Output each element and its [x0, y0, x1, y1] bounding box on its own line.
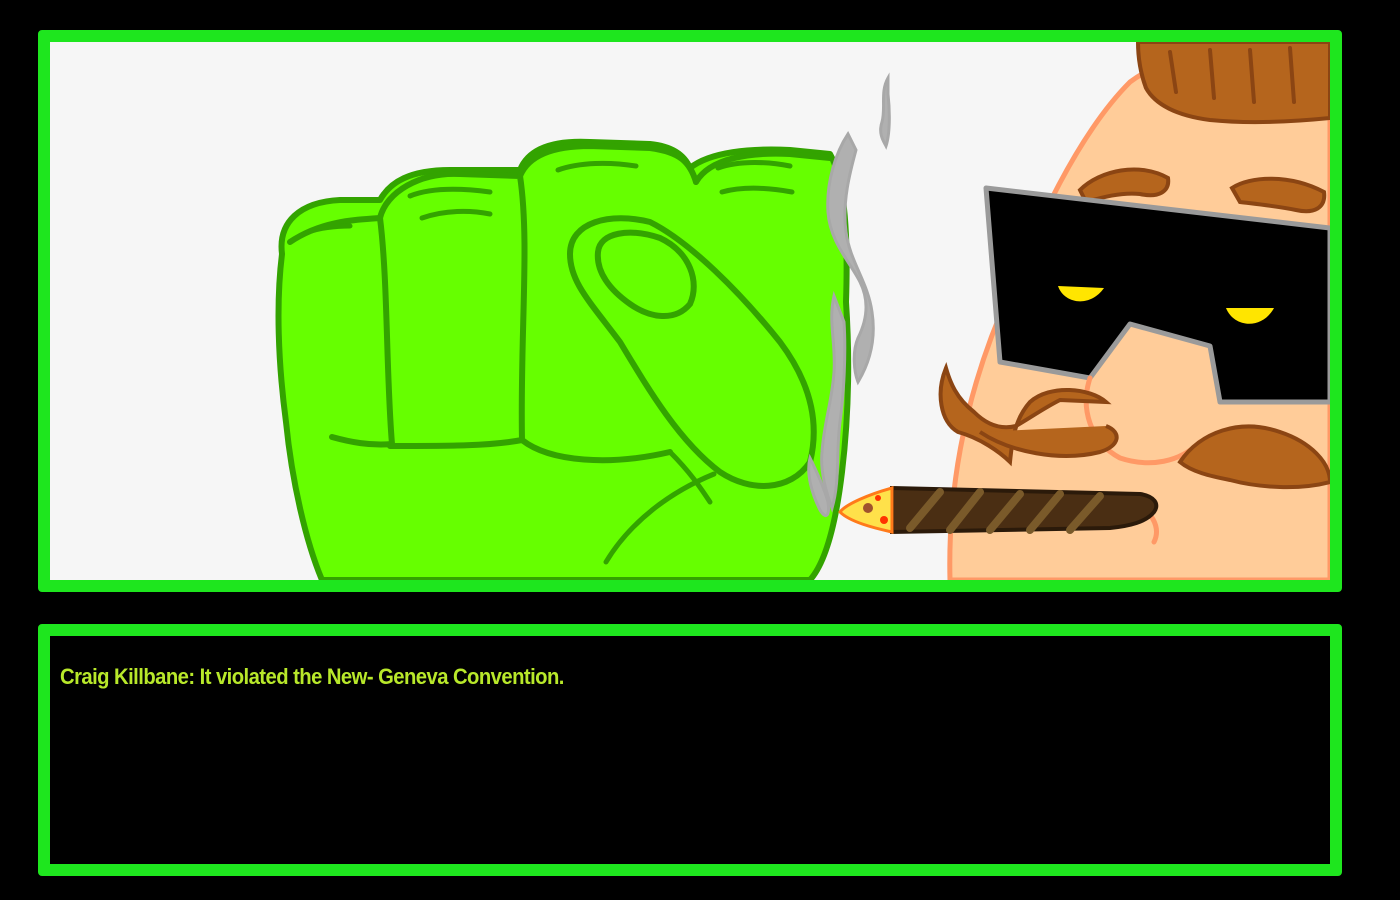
- ember-spot: [875, 495, 881, 501]
- scene-illustration: [50, 42, 1330, 580]
- cigar-body: [890, 485, 1159, 535]
- ember-spot: [880, 516, 888, 524]
- green-fist: [275, 138, 852, 580]
- ember-spot: [863, 503, 873, 513]
- dialog-text: Craig Killbane: It violated the New- Gen…: [60, 664, 564, 689]
- cigar: [838, 485, 1159, 535]
- scene-panel: [38, 30, 1342, 592]
- dialog-box[interactable]: Craig Killbane: It violated the New- Gen…: [38, 624, 1342, 876]
